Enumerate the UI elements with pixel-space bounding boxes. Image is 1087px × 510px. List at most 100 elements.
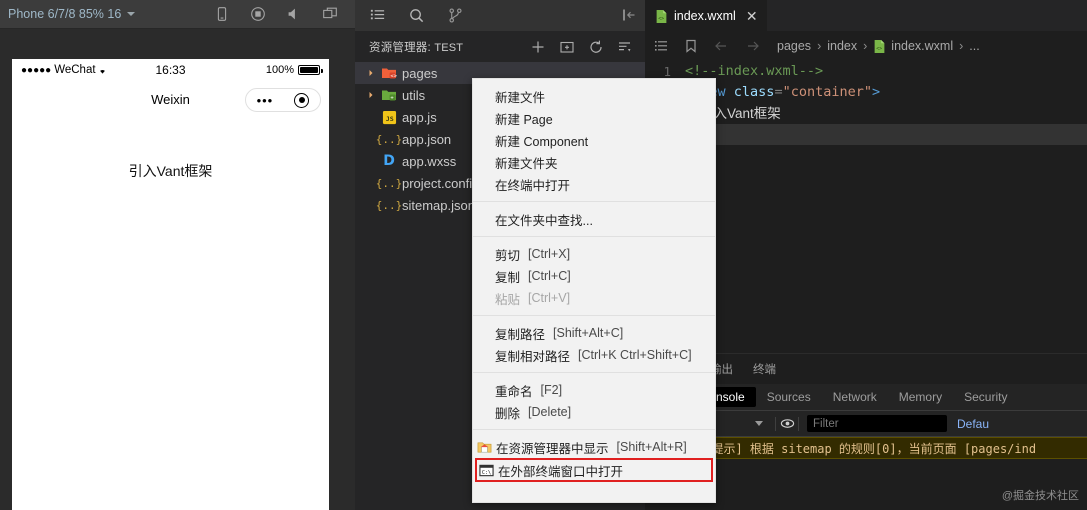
menu-item-label: 复制 (495, 270, 521, 285)
console-filter-placeholder: Filter (813, 417, 839, 430)
phone-status-bar: ●●●●● WeChat 16:33 100% (12, 59, 329, 81)
menu-item-shortcut: [Shift+Alt+R] (616, 440, 687, 454)
svg-text:<>: <> (877, 45, 883, 51)
menu-item-复制[interactable]: 复制 [Ctrl+C] (473, 265, 715, 287)
collapse-sidebar-icon[interactable] (621, 7, 637, 23)
menu-item-剪切[interactable]: 剪切 [Ctrl+X] (473, 243, 715, 265)
menu-item-复制路径[interactable]: 复制路径 [Shift+Alt+C] (473, 322, 715, 344)
code-eq: = (774, 84, 783, 100)
menu-separator (473, 236, 715, 237)
explorer-title-label: 资源管理器: (369, 41, 431, 54)
devtools-tab-sources[interactable]: Sources (756, 387, 822, 407)
breadcrumb-item-3[interactable]: ... (969, 39, 979, 53)
menu-item-shortcut: [Delete] (528, 405, 572, 419)
chevron-down-icon (127, 12, 136, 16)
breadcrumb-item-0[interactable]: pages (777, 39, 811, 53)
menu-item-label: 复制路径 (495, 327, 546, 342)
css-icon: Ⅾ (383, 153, 395, 169)
explorer-project-name: TEST (434, 41, 464, 54)
menu-item-label: 在文件夹中查找... (495, 213, 593, 228)
tree-item-label: sitemap.json (402, 197, 475, 213)
phone-page-text: 引入Vant框架 (128, 163, 213, 179)
simulator-toolbar: Phone 6/7/8 85% 16 (0, 0, 355, 29)
menu-item-label: 删除 (495, 406, 521, 421)
search-icon[interactable] (408, 7, 425, 24)
device-selector-label: Phone 6/7/8 85% 16 (8, 7, 122, 21)
app-window: Phone 6/7/8 85% 16 ●●●●● WeChat 16:33 10… (0, 0, 1087, 510)
chevron-down-icon (755, 421, 763, 426)
menu-item-label: 新建 Component (495, 134, 589, 149)
menu-item-重命名[interactable]: 重命名 [F2] (473, 379, 715, 401)
back-arrow-icon[interactable] (713, 38, 729, 54)
terminal-icon: C:\ (478, 462, 494, 478)
source-control-icon[interactable] (447, 7, 464, 24)
context-menu[interactable]: 新建文件 新建 Page 新建 Component 新建文件夹在终端中打开在文件夹中查… (472, 78, 716, 503)
phone-preview: ●●●●● WeChat 16:33 100% Weixin ••• 引入Van… (12, 59, 329, 510)
new-file-icon[interactable] (530, 39, 546, 55)
panel-tab-2[interactable]: 终端 (753, 361, 776, 377)
close-icon[interactable]: ✕ (746, 9, 758, 23)
menu-item-label: 粘贴 (495, 292, 521, 307)
tree-item-label: app.wxss (402, 153, 457, 169)
folder-utils-icon: + (381, 87, 397, 103)
console-levels-select[interactable]: Defau (957, 417, 989, 431)
phone-icon[interactable] (213, 5, 231, 23)
menu-item-在外部终端窗口中打开[interactable]: C:\ 在外部终端窗口中打开 (475, 458, 713, 482)
new-folder-icon[interactable] (559, 39, 575, 55)
capsule-menu-icon[interactable]: ••• (257, 94, 274, 107)
menu-item-新建文件夹[interactable]: 新建文件夹 (473, 151, 715, 173)
collapse-all-icon[interactable] (617, 39, 633, 55)
menu-item-删除[interactable]: 删除 [Delete] (473, 401, 715, 423)
svg-text:<>: <> (390, 73, 397, 79)
simulator-tool-icons (213, 5, 347, 23)
window-icon[interactable] (321, 5, 339, 23)
device-selector[interactable]: Phone 6/7/8 85% 16 (8, 7, 136, 21)
menu-item-label: 在外部终端窗口中打开 (498, 464, 624, 479)
chevron-right-icon[interactable] (365, 68, 376, 79)
menu-item-在资源管理器中显示[interactable]: 在资源管理器中显示 [Shift+Alt+R] (473, 436, 715, 458)
outline-icon[interactable] (653, 38, 669, 54)
code-line-1: 1 <!--index.wxml--> (653, 61, 1087, 82)
vscode-window: <> index.wxml ✕ 资源管理器: TEST <> pages + u… (355, 0, 1087, 510)
tree-item-label: app.json (402, 131, 452, 147)
chevron-right-icon[interactable] (365, 90, 376, 101)
wechat-capsule[interactable]: ••• (245, 88, 321, 112)
explorer-header: 资源管理器: TEST (355, 31, 645, 62)
devtools-tab-memory[interactable]: Memory (888, 387, 953, 407)
explorer-icon[interactable] (369, 7, 386, 24)
code-attr: class (733, 84, 775, 100)
menu-item-label: 重命名 (495, 384, 533, 399)
devtools-tab-security[interactable]: Security (953, 387, 1018, 407)
menu-item-新建Component[interactable]: 新建 Component (473, 129, 715, 151)
menu-item-在文件夹中查找[interactable]: 在文件夹中查找... (473, 208, 715, 230)
menu-item-label: 在终端中打开 (495, 178, 571, 193)
menu-item-新建Page[interactable]: 新建 Page (473, 107, 715, 129)
menu-item-在终端中打开[interactable]: 在终端中打开 (473, 173, 715, 195)
folder-explorer-icon (476, 439, 492, 455)
breadcrumb-item-2[interactable]: index.wxml (891, 39, 953, 53)
battery-percent: 100% (265, 64, 294, 76)
record-icon[interactable] (249, 5, 267, 23)
console-filter-input[interactable]: Filter (807, 415, 947, 432)
forward-arrow-icon[interactable] (745, 38, 761, 54)
code-line-2: <view class="container"> (653, 82, 1087, 103)
eye-icon[interactable] (776, 416, 798, 431)
capsule-close-icon[interactable] (294, 92, 310, 108)
json-icon: {..} (375, 198, 403, 212)
refresh-icon[interactable] (588, 39, 604, 55)
volume-icon[interactable] (285, 5, 303, 23)
menu-item-复制相对路径[interactable]: 复制相对路径 [Ctrl+K Ctrl+Shift+C] (473, 344, 715, 366)
phone-nav-title: Weixin (151, 91, 190, 107)
tab-index-wxml[interactable]: <> index.wxml ✕ (645, 0, 767, 31)
menu-item-label: 复制相对路径 (495, 349, 571, 364)
menu-item-shortcut: [Ctrl+V] (528, 291, 571, 305)
menu-item-新建文件[interactable]: 新建文件 (473, 85, 715, 107)
tree-item-label: pages (402, 65, 438, 81)
svg-text:JS: JS (385, 114, 393, 122)
menu-item-粘贴[interactable]: 粘贴 [Ctrl+V] (473, 287, 715, 309)
breadcrumb-item-1[interactable]: index (827, 39, 857, 53)
bookmark-icon[interactable] (683, 38, 699, 54)
simulator-panel: Phone 6/7/8 85% 16 ●●●●● WeChat 16:33 10… (0, 0, 355, 510)
breadcrumb-separator: › (959, 39, 964, 53)
devtools-tab-network[interactable]: Network (822, 387, 888, 407)
